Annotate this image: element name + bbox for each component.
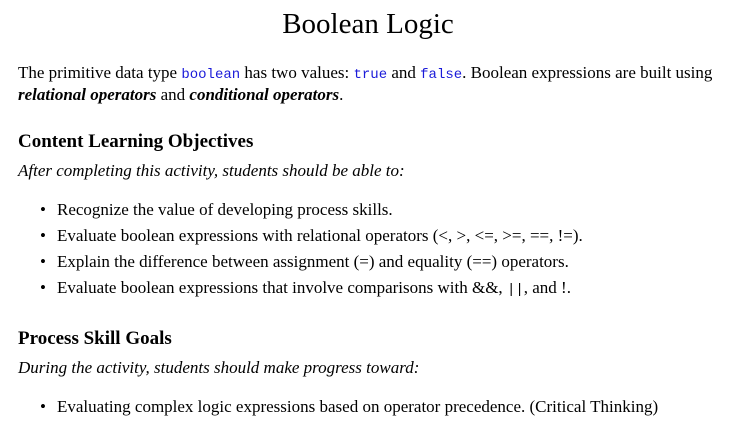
list-item-text: Evaluating complex logic expressions bas…	[57, 397, 659, 416]
list-item-text: Evaluate boolean expressions with relati…	[57, 226, 583, 245]
bullet-icon: •	[40, 226, 46, 245]
goals-heading: Process Skill Goals	[18, 328, 172, 349]
list-item: • Evaluating complex logic expressions ba…	[18, 394, 718, 420]
code-true: true	[353, 67, 388, 83]
bullet-icon: •	[40, 397, 46, 416]
em-relational-operators: relational operators	[18, 85, 157, 104]
code-boolean: boolean	[181, 67, 241, 83]
goals-list: • Evaluating complex logic expressions ba…	[18, 394, 718, 420]
list-item-text: Recognize the value of developing proces…	[57, 200, 393, 219]
list-item-text: Explain the difference between assignmen…	[57, 252, 569, 271]
intro-text-4: . Boolean expressions are built using	[462, 63, 713, 82]
page-title: Boolean Logic	[282, 8, 454, 40]
code-false: false	[420, 67, 463, 83]
intro-text-3: and	[387, 63, 421, 82]
list-item: • Evaluate boolean expressions with relat…	[18, 223, 718, 249]
bullet-icon: •	[40, 278, 46, 297]
list-item: • Evaluate boolean expressions that invol…	[18, 275, 718, 303]
objectives-heading: Content Learning Objectives	[18, 131, 254, 152]
code-or-operator: ||	[506, 282, 524, 298]
intro-text-2: has two values:	[240, 63, 354, 82]
list-item: • Recognize the value of developing proce…	[18, 197, 718, 223]
list-item-text-before: Evaluate boolean expressions that involv…	[57, 278, 507, 297]
goals-lead: During the activity, students should mak…	[18, 358, 420, 377]
document-page: Boolean Logic The primitive data type bo…	[18, 0, 718, 420]
intro-text-1: The primitive data type	[18, 63, 182, 82]
list-item-text-after: , and !.	[523, 278, 571, 297]
intro-text-5: and	[156, 85, 190, 104]
intro-text-6: .	[339, 85, 344, 104]
bullet-icon: •	[40, 252, 46, 271]
intro-paragraph: The primitive data type boolean has two …	[18, 63, 718, 104]
objectives-list: • Recognize the value of developing proce…	[18, 197, 718, 303]
objectives-lead: After completing this activity, students…	[18, 161, 405, 180]
em-conditional-operators: conditional operators	[189, 85, 340, 104]
list-item: • Explain the difference between assignme…	[18, 249, 718, 275]
bullet-icon: •	[40, 200, 46, 219]
